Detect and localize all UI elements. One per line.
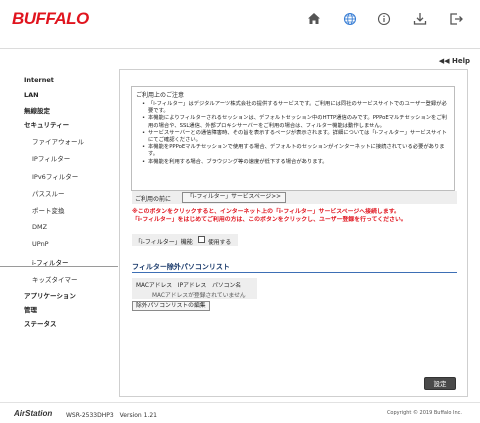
sidebar-item-port-forwarding[interactable]: ポート変換 [32,205,65,215]
warning-line-2: 「i-フィルター」をはじめてご利用の方は、このボタンをクリックし、ユーザー登録を… [132,217,407,223]
sidebar-item-status[interactable]: ステータス [24,318,57,328]
globe-icon[interactable] [341,10,359,28]
buffalo-logo: BUFFALO [12,9,89,28]
notice-item: 本機能を利用する場合、ブラウジング等の速度が低下する場合があります。 [142,159,450,166]
help-link[interactable]: ◀◀ Help [439,57,470,65]
notice-item: 「i-フィルター」はデジタルアーツ株式会社の提供するサービスです。ご利用には同社… [142,101,450,115]
notice-title: ご利用上のご注意 [136,92,185,99]
apply-button[interactable]: 設定 [424,377,456,390]
service-page-row: ご利用の前に 「i-フィルター」サービスページ>> [132,191,457,204]
sidebar-item-admin[interactable]: 管理 [24,304,37,314]
sidebar-item-firewall[interactable]: ファイアウォール [32,136,84,146]
edit-exclusion-list-button[interactable]: 除外パソコンリストの編集 [132,301,210,311]
notice-item: 本機能をPPPoEマルチセッションで使用する場合、デフォルトのセッションがインタ… [142,144,450,158]
notice-item: サービスサーバーとの通信障害時、その旨を表示するページが表示されます。詳細につい… [142,130,450,144]
exclusion-list-table: MACアドレス IPアドレス パソコン名 MACアドレスが登録されていません [132,278,257,299]
sidebar-item-applications[interactable]: アプリケーション [24,290,76,300]
notice-list: 「i-フィルター」はデジタルアーツ株式会社の提供するサービスです。ご利用には同社… [136,101,450,166]
warning-line-1: ※このボタンをクリックすると、インターネット上の「i-フィルター」サービスページ… [132,209,400,215]
footer-copyright: Copyright © 2019 Buffalo Inc. [386,410,462,416]
sidebar-item-ip-filter[interactable]: IPフィルター [32,153,70,163]
function-label: 「i-フィルター」機能 [135,239,193,246]
before-use-label: ご利用の前に [135,196,172,203]
notice-item: 本機能によりフィルターされるセッションは、デフォルトセッション中のHTTP通信の… [142,115,450,129]
info-icon[interactable] [375,10,393,28]
sidebar-item-i-filter[interactable]: i-フィルター [32,257,69,267]
header-divider [0,48,480,49]
content-panel: ご利用上のご注意 「i-フィルター」はデジタルアーツ株式会社の提供するサービスで… [119,69,468,397]
exclusion-list-title: フィルター除外パソコンリスト [132,263,230,271]
exclusion-list-header: MACアドレス IPアドレス パソコン名 [136,283,242,289]
sidebar-item-internet[interactable]: Internet [24,76,54,84]
sidebar-item-ipv6-filter[interactable]: IPv6フィルター [32,171,78,181]
footer-divider [0,402,480,403]
sidebar-item-security[interactable]: セキュリティー [24,119,69,129]
service-warning: ※このボタンをクリックすると、インターネット上の「i-フィルター」サービスページ… [132,208,407,224]
sidebar-item-kids-timer[interactable]: キッズタイマー [32,274,78,284]
enable-checkbox-label[interactable]: 使用する [208,237,231,246]
logout-icon[interactable] [447,10,465,28]
sidebar-item-lan[interactable]: LAN [24,91,39,99]
footer-model-version: WSR-2533DHP3 Version 1.21 [66,412,157,419]
exclusion-list-empty: MACアドレスが登録されていません [152,293,246,299]
service-page-button[interactable]: 「i-フィルター」サービスページ>> [182,192,286,203]
i-filter-function-row: 「i-フィルター」機能 使用する [132,234,238,246]
usage-notice: ご利用上のご注意 「i-フィルター」はデジタルアーツ株式会社の提供するサービスで… [131,86,455,191]
header: BUFFALO [0,0,480,38]
footer-brand: AirStation [14,409,53,418]
sidebar-item-passthrough[interactable]: パススルー [32,188,65,198]
sidebar-item-upnp[interactable]: UPnP [32,240,49,248]
sidebar-item-wireless[interactable]: 無線設定 [24,105,50,115]
enable-checkbox[interactable] [198,236,205,243]
download-icon[interactable] [411,10,429,28]
sidebar-item-dmz[interactable]: DMZ [32,223,47,231]
home-icon[interactable] [305,10,323,28]
section-divider [132,272,457,273]
